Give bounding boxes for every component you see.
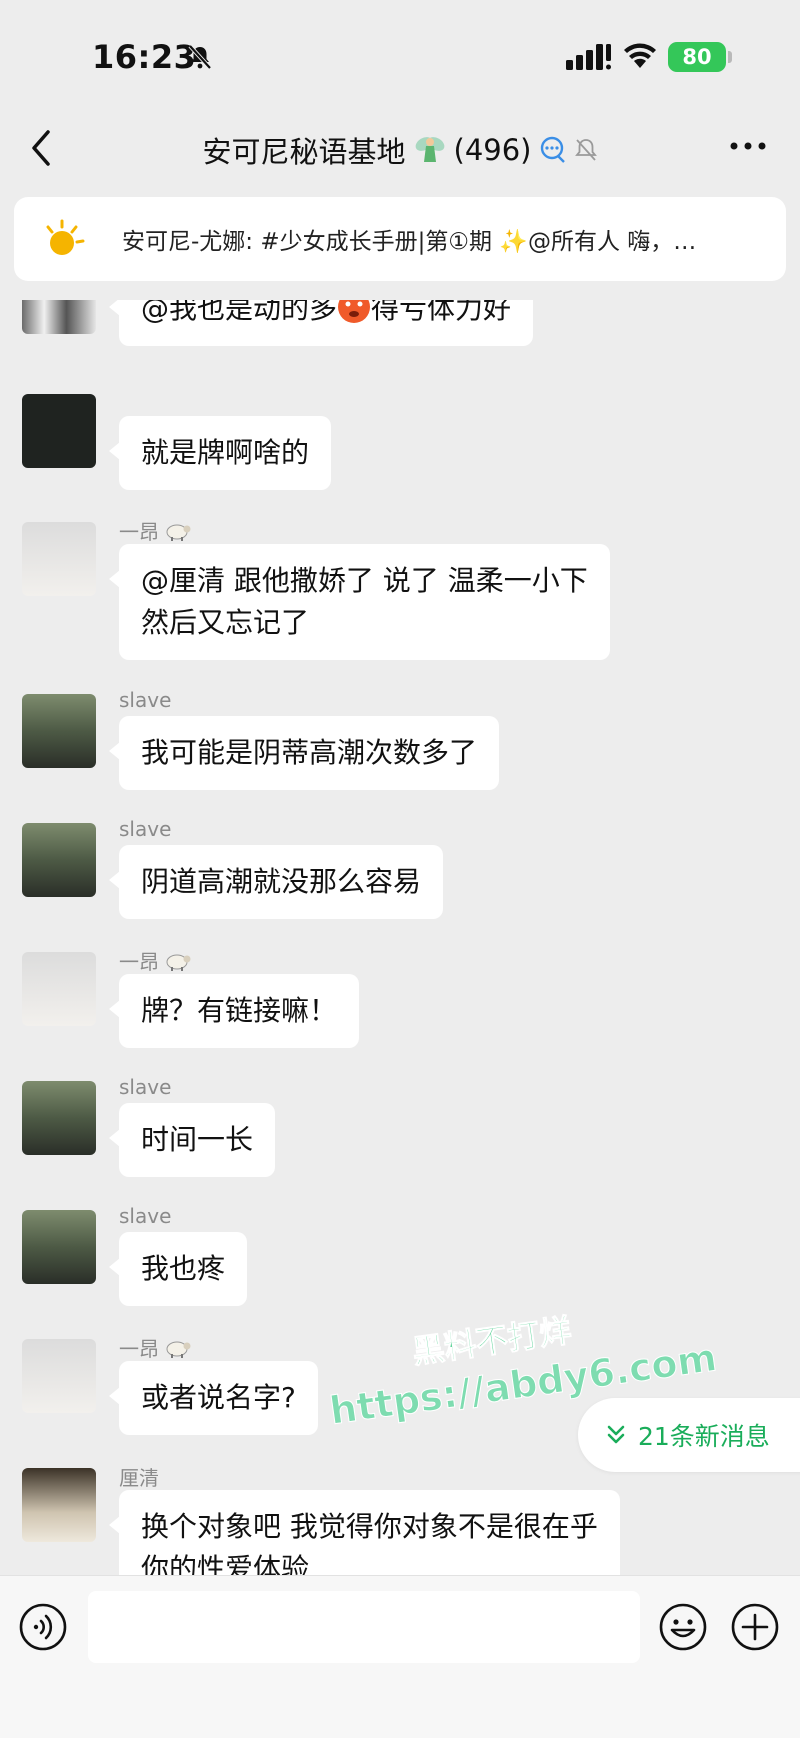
sender-name-text: 一昂 (119, 520, 159, 544)
plus-icon[interactable] (730, 1602, 780, 1652)
group-announcement[interactable]: 安可尼-尤娜: #少女成长手册|第①期 ✨@所有人 嗨，… (14, 197, 786, 281)
message-bubble[interactable]: 或者说名字? (109, 1361, 318, 1435)
announcement-text: 安可尼-尤娜: #少女成长手册|第①期 ✨@所有人 嗨，… (122, 229, 697, 255)
battery-tip (728, 51, 732, 63)
sender-name: 一昂 (119, 516, 191, 545)
sheep-icon (166, 954, 191, 971)
input-bar (0, 1575, 800, 1738)
battery-indicator: 80 (668, 42, 726, 72)
sender-name: slave (119, 1204, 171, 1228)
avatar[interactable] (22, 394, 96, 468)
sheep-icon (166, 524, 191, 541)
new-messages-label: 21条新消息 (638, 1422, 770, 1451)
sender-name: slave (119, 817, 171, 841)
message-input[interactable] (88, 1591, 640, 1663)
message-bubble[interactable]: 阴道高潮就没那么容易 (108, 845, 444, 919)
sender-name: 一昂 (119, 1333, 191, 1362)
hot-face-emoji-icon (338, 300, 371, 323)
sender-name-text: slave (119, 688, 172, 712)
avatar[interactable] (22, 823, 96, 897)
more-options-icon[interactable] (728, 136, 768, 156)
bell-off-icon (188, 44, 212, 70)
status-time: 16:23 (92, 38, 197, 76)
avatar[interactable] (22, 952, 96, 1026)
avatar[interactable] (22, 1081, 96, 1155)
sender-name-text: 一昂 (119, 1337, 159, 1361)
chat-bubble-icon (540, 136, 565, 163)
avatar[interactable] (22, 300, 96, 334)
sender-name-text: slave (119, 1204, 172, 1228)
message-bubble[interactable]: 时间一长 (108, 1103, 276, 1177)
group-name: 安可尼秘语基地 (202, 135, 406, 169)
emoji-icon[interactable] (658, 1602, 708, 1652)
sender-name-text: slave (119, 1075, 172, 1099)
avatar[interactable] (22, 1468, 96, 1542)
chat-header: 安可尼秘语基地 (496) (0, 110, 800, 190)
sender-name: slave (119, 688, 171, 712)
message-text-after: 得亏体力好 (371, 300, 512, 325)
message-bubble[interactable]: 牌？有链接嘛！ (108, 974, 360, 1048)
message-bubble[interactable]: 就是牌啊啥的 (108, 416, 332, 490)
message-bubble[interactable]: @我也是动的多 得亏体力好 (108, 300, 534, 346)
status-bar: 16:23 80 (0, 0, 800, 110)
new-messages-button[interactable]: 21条新消息 (578, 1398, 800, 1472)
member-count: (496) (453, 133, 532, 167)
sender-name: 厘清 (119, 1462, 159, 1491)
sun-icon (46, 219, 85, 255)
message-bubble[interactable]: 我可能是阴蒂高潮次数多了 (108, 716, 500, 790)
message-text: @我也是动的多 (141, 300, 338, 325)
cellular-signal-icon (566, 44, 611, 70)
message-bubble[interactable]: 换个对象吧 我觉得你对象不是很在乎 你的性爱体验 (109, 1490, 620, 1575)
sender-name-text: 厘清 (119, 1466, 159, 1490)
sender-name-text: slave (119, 817, 172, 841)
avatar[interactable] (22, 1210, 96, 1284)
wifi-icon (624, 43, 656, 68)
avatar[interactable] (22, 694, 96, 768)
sender-name: slave (119, 1075, 171, 1099)
group-title: 安可尼秘语基地 (496) (0, 126, 800, 174)
fairy-icon (415, 137, 444, 162)
sheep-icon (166, 1341, 191, 1358)
voice-input-icon[interactable] (18, 1602, 68, 1652)
sender-name: 一昂 (119, 946, 191, 975)
avatar[interactable] (22, 1339, 96, 1413)
message-bubble[interactable]: @厘清 跟他撒娇了 说了 温柔一小下 然后又忘记了 (109, 544, 610, 660)
sender-name-text: 一昂 (119, 950, 159, 974)
avatar[interactable] (22, 522, 96, 596)
mute-bell-icon (574, 139, 597, 161)
message-list[interactable]: @我也是动的多 得亏体力好 就是牌啊啥的 一昂 @厘清 跟他撒娇了 说了 温柔一小… (0, 300, 800, 1575)
double-chevron-down-icon (607, 1425, 625, 1444)
message-bubble[interactable]: 我也疼 (108, 1232, 248, 1306)
